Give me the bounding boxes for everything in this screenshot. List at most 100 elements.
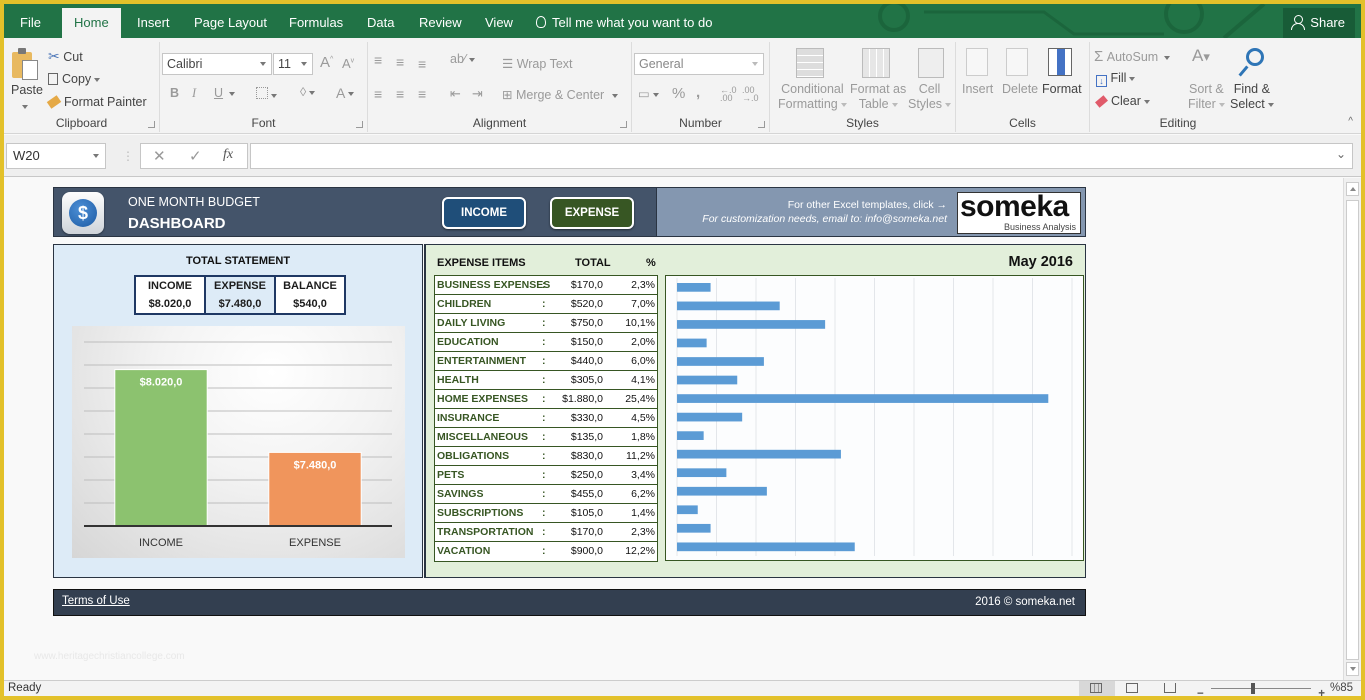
dollar-icon: $ [62,192,104,234]
underline-button[interactable]: U [214,86,223,100]
clear-button[interactable]: Clear [1095,94,1150,108]
templates-link[interactable]: For other Excel templates, click → [788,199,947,211]
font-color-icon[interactable]: A [336,85,355,101]
zoom-slider-knob[interactable] [1250,683,1255,694]
someka-logo[interactable]: someka Business Analysis [957,190,1081,234]
conditional-formatting-button[interactable]: Conditional Formatting [778,82,847,112]
autosum-button[interactable]: Σ AutoSum [1094,48,1171,65]
share-button[interactable]: Share [1283,8,1355,38]
increase-font-icon[interactable]: A^ [320,54,333,71]
tab-page-layout[interactable]: Page Layout [184,8,277,38]
zoom-slider[interactable]: − + [1197,683,1325,696]
vertical-scrollbar[interactable] [1343,178,1361,680]
paintbrush-icon [46,95,62,109]
font-name-select[interactable]: Calibri [162,53,272,75]
tab-formulas[interactable]: Formulas [279,8,353,38]
align-right-icon[interactable]: ≡ [418,86,426,102]
align-middle-icon[interactable]: ≡ [396,54,404,70]
fill-down-icon: ↓ [1096,75,1107,87]
borders-icon[interactable] [256,87,277,102]
terms-of-use-link[interactable]: Terms of Use [62,595,130,607]
expense-row: HEALTH: $305,0 4,1% [435,371,657,390]
merge-center-button[interactable]: ⊞ Merge & Center [502,87,619,102]
formula-input[interactable]: ⌄ [250,143,1353,169]
format-button[interactable]: Format [1042,82,1082,96]
zoom-in-icon[interactable]: + [1318,687,1325,696]
italic-button[interactable]: I [192,86,196,101]
collapse-ribbon-icon[interactable]: ^ [1348,116,1353,127]
expense-bar-chart-svg [676,278,1073,556]
fill-color-icon[interactable]: ◊ [300,85,316,99]
insert-button[interactable]: Insert [962,82,993,96]
number-launcher[interactable] [758,121,765,128]
decrease-decimal-icon[interactable]: .00 →.0 [742,86,759,103]
scroll-thumb[interactable] [1346,200,1359,660]
sort-filter-button[interactable]: Sort & Filter [1188,82,1225,112]
increase-decimal-icon[interactable]: ←.0.00 [720,86,737,103]
sigma-icon: Σ [1094,48,1104,65]
normal-view-button[interactable] [1079,681,1115,696]
format-as-table-button[interactable]: Format as Table [850,82,906,112]
scroll-up-icon[interactable] [1346,182,1359,196]
orientation-icon[interactable]: ab⁄ [450,52,475,66]
page-layout-view-button[interactable] [1115,681,1151,696]
paste-button[interactable]: Paste [11,83,43,97]
expense-percent: 25,4% [625,393,655,405]
expand-formula-icon[interactable]: ⌄ [1336,147,1346,161]
format-painter-button[interactable]: Format Painter [46,95,147,109]
tab-view[interactable]: View [475,8,523,38]
fill-label: Fill [1110,71,1127,85]
comma-button[interactable]: , [696,84,700,101]
insert-function-icon[interactable]: fx [223,147,233,163]
expense-row: BUSINESS EXPENSES: $170,0 2,3% [435,276,657,295]
tab-home[interactable]: Home [62,8,121,38]
find-select-button[interactable]: Find & Select [1230,82,1274,112]
person-icon [1291,15,1306,30]
copy-button[interactable]: Copy [48,72,101,86]
expense-name: PETS [437,469,465,481]
separator: : [542,374,546,386]
increase-indent-icon[interactable]: ⇥ [472,86,483,102]
tab-review[interactable]: Review [409,8,472,38]
expense-percent: 6,0% [631,355,655,367]
bar-daily-living [677,320,826,329]
separator: : [542,469,546,481]
underline-dropdown[interactable] [226,86,235,100]
tell-me-search[interactable]: Tell me what you want to do [536,8,712,38]
name-box[interactable]: W20 [6,143,106,169]
align-center-icon[interactable]: ≡ [396,86,404,102]
clipboard-launcher[interactable] [148,121,155,128]
paste-icon[interactable] [12,48,38,80]
bold-button[interactable]: B [170,86,179,100]
align-top-icon[interactable]: ≡ [374,52,382,68]
fill-button[interactable]: ↓ Fill [1096,71,1136,87]
wrap-text-button[interactable]: ☰ Wrap Text [502,56,573,71]
tab-insert[interactable]: Insert [127,8,180,38]
paste-dropdown[interactable] [19,99,28,113]
decrease-font-icon[interactable]: Av [342,56,354,71]
income-button[interactable]: INCOME [442,197,526,229]
font-launcher[interactable] [356,121,363,128]
alignment-launcher[interactable] [620,121,627,128]
page-break-view-button[interactable] [1153,681,1189,696]
separator: : [542,488,546,500]
enter-icon[interactable]: ✓ [189,147,202,165]
delete-button[interactable]: Delete [1002,82,1038,96]
cell-styles-button[interactable]: Cell Styles [908,82,952,112]
zoom-out-icon[interactable]: − [1197,687,1204,696]
cancel-icon[interactable]: ✕ [153,147,166,165]
accounting-format-icon[interactable]: ▭ [638,86,659,101]
number-format-select[interactable]: General [634,53,764,75]
cut-button[interactable]: ✂ Cut [48,48,83,65]
expense-row: ENTERTAINMENT: $440,0 6,0% [435,352,657,371]
align-bottom-icon[interactable]: ≡ [418,56,426,72]
align-left-icon[interactable]: ≡ [374,86,382,102]
percent-button[interactable]: % [672,85,685,102]
merge-center-label: Merge & Center [515,88,605,102]
expense-button[interactable]: EXPENSE [550,197,634,229]
tab-file[interactable]: File [10,8,51,38]
font-size-select[interactable]: 11 [273,53,313,75]
scroll-down-icon[interactable] [1346,662,1359,676]
tab-data[interactable]: Data [357,8,404,38]
decrease-indent-icon[interactable]: ⇤ [450,86,461,102]
